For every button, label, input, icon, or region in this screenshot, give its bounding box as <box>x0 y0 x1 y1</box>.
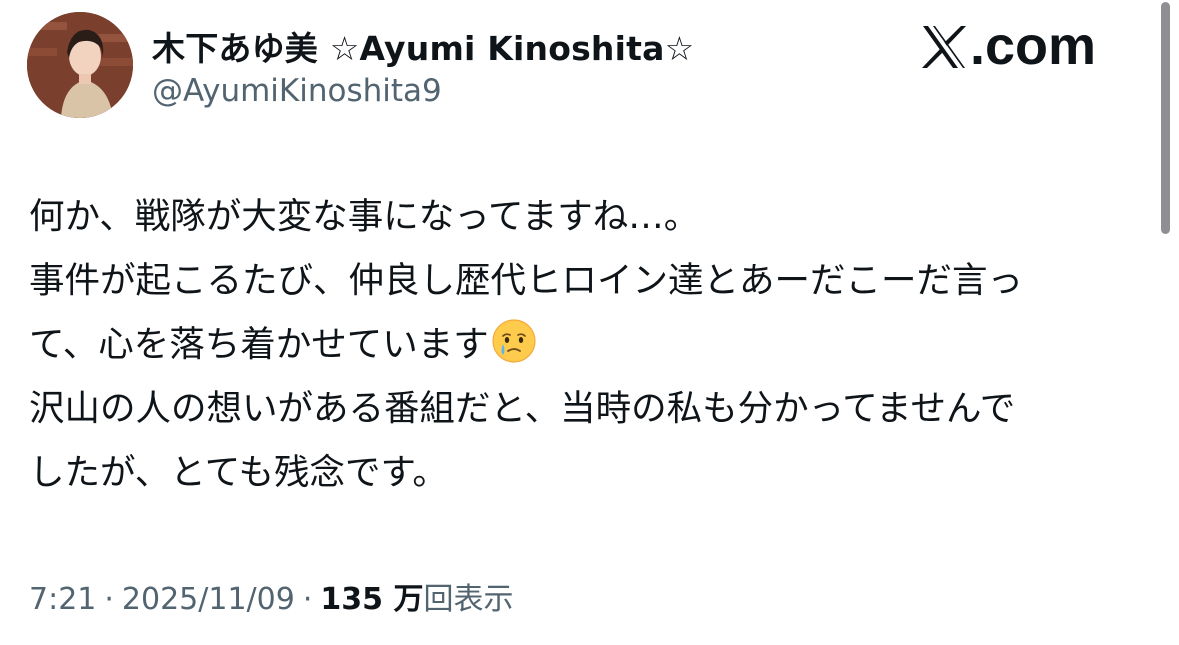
views-count: 135 万 <box>320 582 424 617</box>
site-logo-text: .com <box>970 16 1097 76</box>
avatar-photo <box>27 12 133 118</box>
tweet-date[interactable]: 2025/11/09 <box>122 582 295 617</box>
scrollbar-thumb[interactable] <box>1161 2 1170 234</box>
tweet-line: 事件が起こるたび、仲良し歴代ヒロイン達とあーだこーだ言っ <box>29 260 1024 301</box>
tweet-line: 何か、戦隊が大変な事になってますね…。 <box>29 196 700 237</box>
site-logo: .com <box>920 14 1096 78</box>
face-holding-back-tears-icon <box>491 318 537 364</box>
tweet-meta: 7:21 · 2025/11/09 · 135 万 回表示 <box>29 574 513 618</box>
tweet-body: 何か、戦隊が大変な事になってますね…。 事件が起こるたび、仲良し歴代ヒロイン達と… <box>29 185 1139 505</box>
tweet-line: て、心を落ち着かせています <box>29 324 489 365</box>
tweet-time[interactable]: 7:21 <box>29 582 96 617</box>
tweet-line: 沢山の人の想いがある番組だと、当時の私も分かってませんで <box>29 388 1016 429</box>
views-label: 回表示 <box>423 582 514 617</box>
x-logo-icon <box>920 22 968 70</box>
author-handle[interactable]: @AyumiKinoshita9 <box>152 73 442 109</box>
meta-separator: · <box>302 582 313 617</box>
author-display-name[interactable]: 木下あゆ美 ☆Ayumi Kinoshita☆ <box>152 22 694 70</box>
author-avatar[interactable] <box>27 12 133 118</box>
meta-separator: · <box>104 582 114 617</box>
tweet-card: 木下あゆ美 ☆Ayumi Kinoshita☆ @AyumiKinoshita9… <box>0 0 1179 645</box>
tweet-line-with-emoji: て、心を落ち着かせています <box>29 313 1139 377</box>
tweet-line: したが、とても残念です。 <box>29 452 448 493</box>
